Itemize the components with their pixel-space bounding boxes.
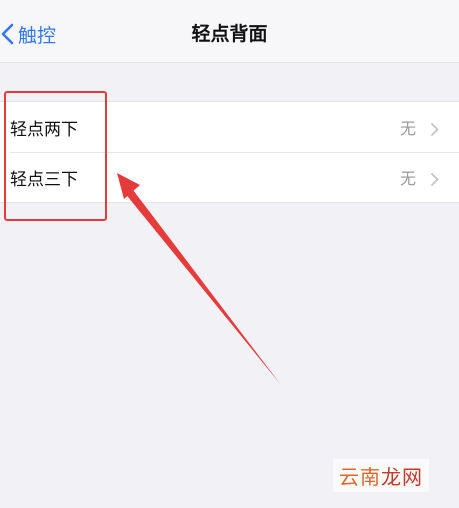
watermark-logo: 云南龙网 <box>333 459 429 492</box>
annotation-arrow <box>117 173 281 385</box>
watermark-part1: 云南 <box>339 465 381 489</box>
watermark-part2: 龙网 <box>381 465 423 489</box>
